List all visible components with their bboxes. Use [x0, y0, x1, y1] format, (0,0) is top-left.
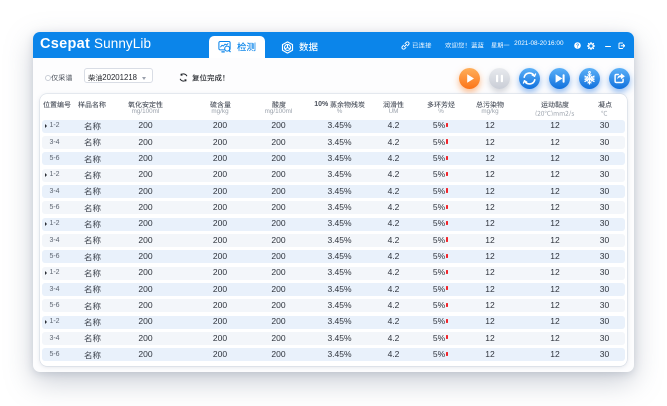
svg-text:?: ? — [576, 43, 579, 49]
